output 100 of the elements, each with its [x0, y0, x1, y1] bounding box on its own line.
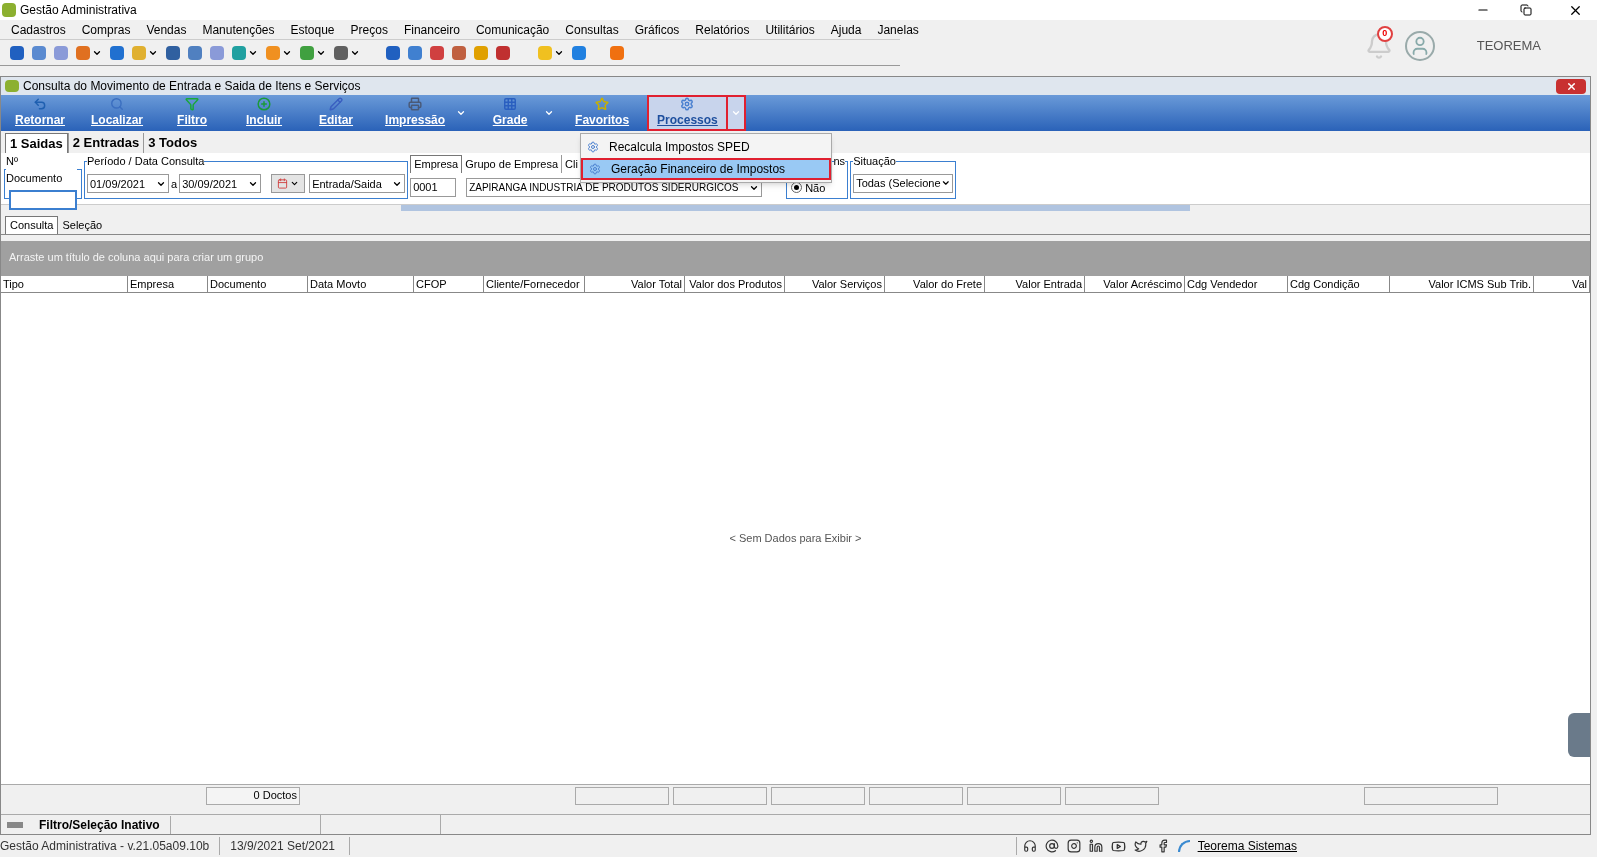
tab[interactable]: Seleção — [58, 216, 107, 234]
tab[interactable]: Grupo de Empresa — [462, 155, 563, 173]
menu-item[interactable]: Relatórios — [695, 20, 750, 39]
toolbar-icon[interactable] — [210, 45, 224, 60]
menu-item[interactable]: Gráficos — [634, 20, 680, 39]
grid-icon — [503, 97, 518, 111]
column-header[interactable]: Tipo — [1, 276, 128, 292]
menu-item[interactable]: Janelas — [877, 20, 919, 39]
menu-item[interactable]: Vendas — [146, 20, 187, 39]
menu-item[interactable]: Preços — [350, 20, 388, 39]
toolbar-button[interactable]: Retornar — [7, 95, 73, 131]
column-header[interactable]: Valor Acréscimo — [1085, 276, 1185, 292]
tab[interactable]: Empresa — [410, 155, 463, 173]
toolbar-button[interactable]: Favoritos — [567, 95, 638, 131]
bell-icon[interactable] — [1364, 32, 1393, 60]
company-link[interactable]: Teorema Sistemas — [1197, 837, 1297, 855]
menu-option[interactable]: Recalcula Impostos SPED — [581, 136, 831, 158]
support-icon[interactable] — [1022, 839, 1037, 853]
linkedin-icon[interactable] — [1088, 839, 1103, 853]
column-header[interactable]: Valor ICMS Sub Trib. — [1390, 276, 1534, 292]
situation-dropdown[interactable]: Todas (Selecione — [853, 173, 954, 193]
status-icon — [7, 821, 23, 828]
toolbar-button[interactable]: Filtro — [161, 95, 224, 131]
group-hint: Arraste um título de coluna aqui para criar um grupo — [9, 249, 264, 265]
column-header[interactable]: Valor Entrada — [985, 276, 1085, 292]
toolbar-icon[interactable] — [166, 45, 180, 60]
column-header[interactable]: Valor dos Produtos — [685, 276, 785, 292]
toolbar-icon[interactable] — [408, 45, 422, 60]
toolbar-icon[interactable] — [430, 45, 444, 60]
toolbar-icon[interactable] — [54, 45, 68, 60]
youtube-icon[interactable] — [1110, 838, 1126, 854]
gear-icon — [680, 97, 695, 111]
toolbar-icon[interactable] — [110, 45, 124, 60]
star-icon — [595, 97, 610, 111]
toolbar-icon[interactable] — [188, 45, 202, 60]
menu-item[interactable]: Compras — [81, 20, 131, 39]
count-cell: 0 Doctos — [206, 786, 300, 805]
user-avatar-icon[interactable] — [1404, 31, 1435, 61]
menu-item[interactable]: Manutenções — [202, 20, 275, 39]
company-code-field[interactable]: 0001 — [410, 178, 457, 197]
close-icon — [1565, 80, 1577, 92]
toolbar-button[interactable]: Incluir — [233, 95, 296, 131]
close-button[interactable] — [1556, 78, 1586, 94]
toolbar-icon[interactable] — [572, 45, 586, 60]
date-label: 13/9/2021 Set/2021 — [220, 837, 351, 855]
side-handle[interactable] — [1568, 713, 1590, 757]
tab[interactable]: Cli — [562, 155, 582, 173]
twitter-icon[interactable] — [1133, 839, 1148, 853]
type-dropdown[interactable]: Entrada/Saida — [309, 174, 406, 194]
range-separator: a — [171, 176, 178, 192]
menu-item[interactable]: Cadastros — [11, 20, 66, 39]
toolbar-button[interactable]: Impressão — [377, 95, 470, 131]
column-header[interactable]: Valor do Frete — [885, 276, 985, 292]
group-label: Nº Documento — [6, 154, 64, 186]
toolbar-icon[interactable] — [334, 45, 348, 60]
caret-icon — [730, 108, 741, 118]
column-header[interactable]: Empresa — [128, 276, 208, 292]
column-header[interactable]: Cdg Vendedor — [1185, 276, 1288, 292]
date-field[interactable]: 30/09/2021 — [179, 174, 262, 194]
toolbar-icon[interactable] — [32, 45, 46, 60]
toolbar-icon[interactable] — [496, 45, 510, 60]
toolbar-button[interactable]: Grade — [479, 95, 558, 131]
column-header[interactable]: Valor Total — [585, 276, 685, 292]
menu-item[interactable]: Ajuda — [830, 20, 862, 39]
toolbar-button[interactable]: Editar — [305, 95, 368, 131]
restore-icon[interactable] — [1520, 4, 1532, 16]
menu-item[interactable]: Estoque — [290, 20, 335, 39]
gear-icon — [589, 163, 601, 175]
toolbar-icon[interactable] — [452, 45, 466, 60]
window-title: Consulta do Movimento de Entrada e Saida de Itens e Serviços — [23, 78, 361, 95]
tab[interactable]: 1 Saidas — [5, 133, 68, 153]
column-header[interactable]: Val — [1534, 276, 1590, 292]
filter-status: Filtro/Seleção Inativo — [29, 815, 171, 834]
menu-item[interactable]: Utilitários — [765, 20, 815, 39]
tab[interactable]: Consulta — [5, 216, 59, 234]
calendar-button[interactable] — [271, 174, 306, 194]
search-icon — [110, 97, 125, 111]
column-header[interactable]: Cdg Condição — [1288, 276, 1390, 292]
menu-item[interactable]: Comunicação — [475, 20, 550, 39]
column-header[interactable]: Valor Serviços — [785, 276, 885, 292]
printer-icon — [408, 97, 423, 111]
column-header[interactable]: Documento — [208, 276, 308, 292]
toolbar-icon[interactable] — [10, 45, 24, 60]
toolbar-icon[interactable] — [610, 45, 624, 60]
menu-item[interactable]: Consultas — [565, 20, 619, 39]
instagram-icon[interactable] — [1066, 839, 1081, 853]
email-icon[interactable] — [1044, 839, 1059, 853]
date-field[interactable]: 01/09/2021 — [87, 174, 169, 194]
column-header[interactable]: Data Movto — [308, 276, 414, 292]
brand-icon[interactable] — [1177, 840, 1190, 852]
menu-option[interactable]: Geração Financeiro de Impostos — [581, 158, 831, 180]
toolbar-button[interactable]: Processos — [647, 95, 746, 131]
group-label: Situação — [853, 154, 896, 169]
toolbar-icon[interactable] — [386, 45, 400, 60]
return-arrow-icon — [33, 97, 47, 111]
menu-item[interactable]: Financeiro — [403, 20, 460, 39]
toolbar-button[interactable]: Localizar — [83, 95, 152, 131]
column-header[interactable]: Cliente/Fornecedor — [484, 276, 585, 292]
column-header[interactable]: CFOP — [414, 276, 484, 292]
document-field[interactable] — [9, 190, 77, 210]
